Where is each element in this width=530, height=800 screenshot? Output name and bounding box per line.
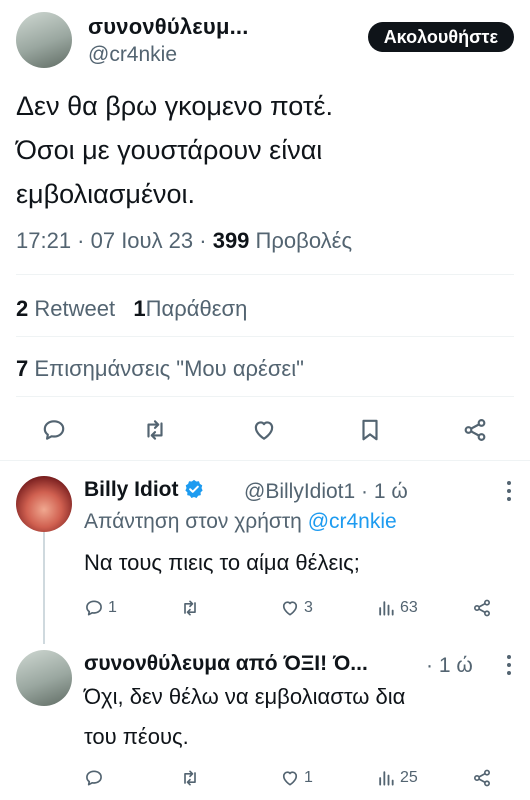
share-icon bbox=[464, 419, 486, 441]
reply-author-name[interactable]: Billy Idiot bbox=[84, 478, 205, 502]
reply-action-bar: 1 25 bbox=[84, 764, 514, 792]
reply-author-handle[interactable]: @BillyIdiot1 · 1 ώ bbox=[244, 480, 408, 504]
views-button[interactable]: 63 bbox=[376, 594, 418, 622]
comment-bubble-icon bbox=[86, 770, 102, 786]
reply-author-name-text: Billy Idiot bbox=[84, 478, 179, 501]
retweets-stat[interactable]: 2 Retweet bbox=[16, 296, 115, 321]
reply-count: 1 bbox=[108, 599, 117, 616]
divider bbox=[16, 274, 514, 275]
heart-icon bbox=[254, 421, 274, 440]
reply-handle-text: @BillyIdiot1 bbox=[244, 480, 356, 503]
like-count: 1 bbox=[304, 769, 313, 786]
reply-age: · 1 ώ bbox=[426, 654, 473, 677]
retweets-count: 2 bbox=[16, 296, 29, 321]
retweet-button[interactable] bbox=[135, 410, 175, 450]
like-button[interactable]: 3 bbox=[280, 594, 313, 622]
tweet-text-line: Δεν θα βρω γκομενο ποτέ. bbox=[16, 91, 334, 121]
reply-tweet[interactable]: Billy Idiot @BillyIdiot1 · 1 ώ Απάντηση … bbox=[0, 476, 530, 646]
reply-text-line: Όχι, δεν θέλω να εμβολιαστω δια bbox=[84, 684, 406, 709]
share-button[interactable] bbox=[472, 764, 496, 792]
views-button[interactable]: 25 bbox=[376, 764, 418, 792]
reply-button[interactable]: 1 bbox=[84, 594, 117, 622]
like-button[interactable]: 1 bbox=[280, 764, 313, 792]
heart-icon bbox=[282, 771, 298, 786]
quotes-stat[interactable]: 1Παράθεση bbox=[133, 296, 247, 321]
heart-icon bbox=[282, 601, 298, 616]
author-display-name[interactable]: συνονθύλευμ... bbox=[88, 14, 249, 40]
reply-tweet[interactable]: συνονθύλευμα από ΌΞΙ! Ό... · 1 ώ Όχι, δε… bbox=[0, 650, 530, 800]
views-count: 63 bbox=[400, 599, 418, 616]
more-options-button[interactable] bbox=[506, 480, 512, 507]
comment-bubble-icon bbox=[43, 420, 65, 440]
bookmark-icon bbox=[362, 419, 378, 441]
more-options-button[interactable] bbox=[506, 654, 512, 681]
retweet-icon bbox=[147, 420, 163, 440]
share-icon bbox=[474, 599, 490, 617]
bar-chart-icon bbox=[379, 771, 394, 786]
comment-bubble-icon bbox=[86, 600, 102, 616]
reply-text: Να τους πιεις το αίμα θέλεις; bbox=[84, 550, 360, 575]
tweet-meta: 17:21 · 07 Ιουλ 23 · 399 Προβολές bbox=[16, 228, 352, 254]
likes-count: 7 bbox=[16, 356, 29, 381]
share-button[interactable] bbox=[455, 410, 495, 450]
views-count: 399 bbox=[212, 228, 250, 253]
more-vertical-icon bbox=[507, 481, 511, 501]
tweet-text-line: Όσοι με γουστάρουν είναι bbox=[16, 135, 323, 165]
retweet-quote-stats: 2 Retweet 1Παράθεση bbox=[16, 296, 247, 322]
avatar[interactable] bbox=[16, 12, 72, 68]
replying-to-label: Απάντηση στον χρήστη bbox=[84, 510, 308, 533]
reply-button[interactable] bbox=[84, 764, 108, 792]
more-vertical-icon bbox=[507, 655, 511, 675]
bar-chart-icon bbox=[379, 601, 394, 616]
replying-to: Απάντηση στον χρήστη @cr4nkie bbox=[84, 510, 397, 534]
bookmark-button[interactable] bbox=[350, 410, 390, 450]
verified-badge-icon bbox=[184, 479, 203, 498]
retweet-button[interactable] bbox=[180, 764, 204, 792]
avatar[interactable] bbox=[16, 476, 72, 532]
divider bbox=[0, 460, 530, 461]
share-button[interactable] bbox=[472, 594, 496, 622]
reply-button[interactable] bbox=[34, 410, 74, 450]
like-count: 3 bbox=[304, 599, 313, 616]
tweet-text: Δεν θα βρω γκομενο ποτέ. Όσοι με γουστάρ… bbox=[16, 84, 516, 216]
likes-stat[interactable]: 7 Επισημάνσεις "Μου αρέσει" bbox=[16, 356, 304, 382]
avatar[interactable] bbox=[16, 650, 72, 706]
reply-action-bar: 1 3 63 bbox=[84, 594, 514, 622]
retweets-label: Retweet bbox=[28, 296, 116, 321]
follow-button[interactable]: Ακολουθήστε bbox=[367, 22, 514, 52]
tweet-timestamp[interactable]: 17:21 · 07 Ιουλ 23 · bbox=[16, 228, 213, 253]
retweet-button[interactable] bbox=[180, 594, 204, 622]
views-label: Προβολές bbox=[249, 228, 353, 253]
share-icon bbox=[474, 769, 490, 787]
views-count: 25 bbox=[400, 769, 418, 786]
divider bbox=[16, 396, 514, 397]
reply-author-name[interactable]: συνονθύλευμα από ΌΞΙ! Ό... bbox=[84, 652, 368, 676]
quotes-label: Παράθεση bbox=[145, 296, 248, 321]
likes-label: Επισημάνσεις "Μου αρέσει" bbox=[28, 356, 304, 381]
reply-text-line: του πέους. bbox=[84, 724, 189, 749]
tweet-header: συνονθύλευμ... @cr4nkie Ακολουθήστε bbox=[16, 8, 516, 70]
reply-mention-link[interactable]: @cr4nkie bbox=[308, 510, 397, 533]
author-handle[interactable]: @cr4nkie bbox=[88, 43, 177, 67]
retweet-icon bbox=[184, 770, 196, 786]
like-button[interactable] bbox=[244, 410, 284, 450]
divider bbox=[16, 336, 514, 337]
tweet-action-bar bbox=[0, 410, 530, 450]
reply-age: · 1 ώ bbox=[355, 480, 408, 503]
tweet-text-line: εμβολιασμένοι. bbox=[16, 179, 196, 209]
quotes-count: 1 bbox=[133, 296, 146, 321]
retweet-icon bbox=[184, 600, 196, 616]
